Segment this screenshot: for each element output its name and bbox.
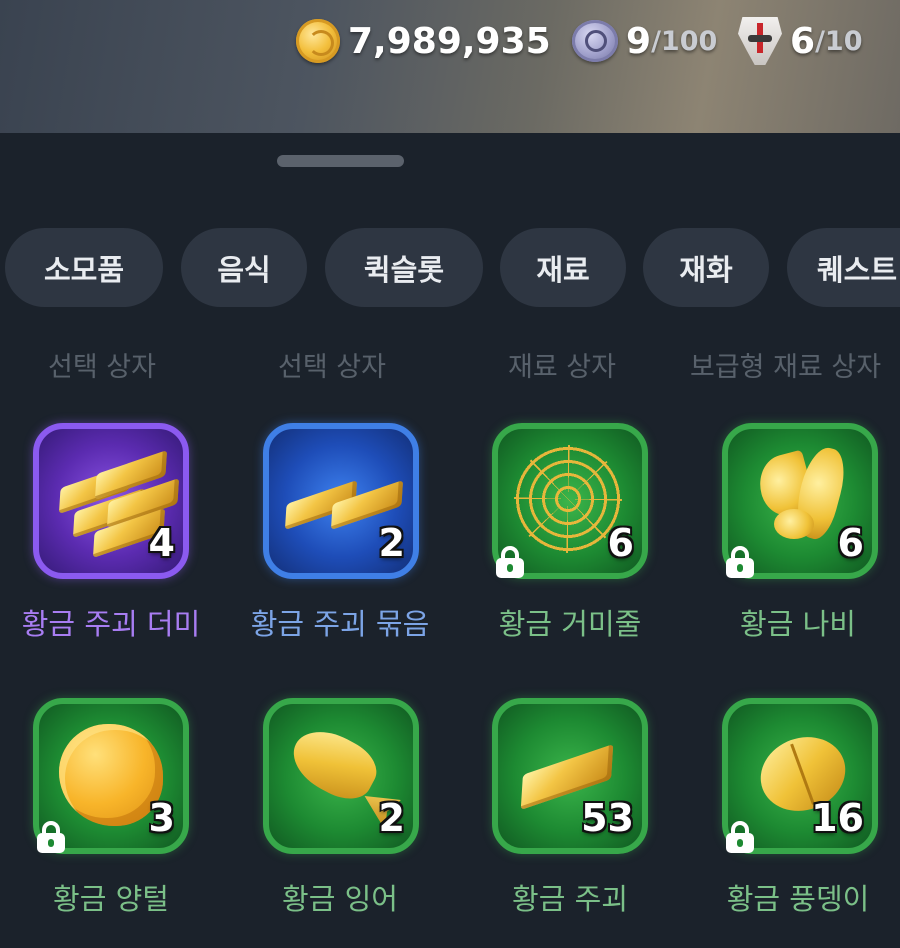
item-name: 황금 주괴 묶음	[250, 607, 430, 641]
item-name: 황금 잉어	[282, 882, 398, 916]
item-count: 6	[607, 521, 634, 565]
item-name: 황금 주괴	[512, 882, 628, 916]
silver-currency: 9/100	[572, 18, 717, 64]
gold-coin-icon	[296, 19, 340, 63]
lock-icon	[495, 546, 525, 578]
item-slot[interactable]: 53	[492, 698, 648, 854]
gold-amount: 7,989,935	[348, 20, 551, 62]
lock-icon	[36, 821, 66, 853]
silver-token-icon	[572, 20, 618, 62]
category-label: 재료 상자	[508, 352, 616, 383]
silver-amount: 9	[626, 20, 652, 62]
lock-icon	[725, 821, 755, 853]
tab-label: 음식	[217, 252, 271, 287]
lock-icon	[725, 546, 755, 578]
item-name: 황금 나비	[740, 607, 856, 641]
item-count: 2	[378, 796, 405, 840]
category-label: 보급형 재료 상자	[690, 352, 882, 383]
previous-row-labels: 선택 상자 선택 상자 재료 상자 보급형 재료 상자	[0, 345, 900, 385]
tab-label: 재화	[679, 252, 733, 287]
item-count: 53	[581, 796, 634, 840]
tab-label: 소모품	[43, 252, 125, 287]
item-name: 황금 주괴 더미	[21, 607, 201, 641]
tab-food[interactable]: 음식	[181, 228, 307, 307]
tab-consumables[interactable]: 소모품	[5, 228, 163, 307]
item-slot[interactable]: 6	[722, 423, 878, 579]
item-slot[interactable]: 2	[263, 698, 419, 854]
item-name: 황금 풍뎅이	[726, 882, 870, 916]
item-slot[interactable]: 3	[33, 698, 189, 854]
silver-max: /100	[651, 25, 718, 57]
category-label: 선택 상자	[48, 352, 156, 383]
item-slot[interactable]: 4	[33, 423, 189, 579]
item-count: 4	[148, 521, 175, 565]
item-count: 16	[811, 796, 864, 840]
tab-quickslot[interactable]: 퀵슬롯	[325, 228, 483, 307]
tab-label: 퀵슬롯	[363, 252, 445, 287]
tab-label: 재료	[536, 252, 590, 287]
mask-max: /10	[815, 25, 863, 57]
mask-icon	[738, 17, 782, 65]
item-count: 3	[148, 796, 175, 840]
tab-quest[interactable]: 퀘스트	[787, 228, 900, 307]
mask-currency: 6/10	[738, 17, 863, 65]
item-slot[interactable]: 16	[722, 698, 878, 854]
item-count: 2	[378, 521, 405, 565]
mask-amount: 6	[790, 20, 816, 62]
currency-bar: 7,989,935 9/100 6/10	[0, 0, 900, 133]
gold-currency: 7,989,935	[296, 18, 551, 64]
item-name: 황금 양털	[53, 882, 169, 916]
item-slot[interactable]: 2	[263, 423, 419, 579]
item-name: 황금 거미줄	[498, 607, 642, 641]
drag-handle[interactable]	[277, 155, 404, 167]
tab-currency[interactable]: 재화	[643, 228, 769, 307]
item-count: 6	[837, 521, 864, 565]
tab-materials[interactable]: 재료	[500, 228, 626, 307]
category-label: 선택 상자	[278, 352, 386, 383]
tab-label: 퀘스트	[817, 252, 898, 287]
golden-web-icon	[514, 445, 622, 553]
item-slot[interactable]: 6	[492, 423, 648, 579]
